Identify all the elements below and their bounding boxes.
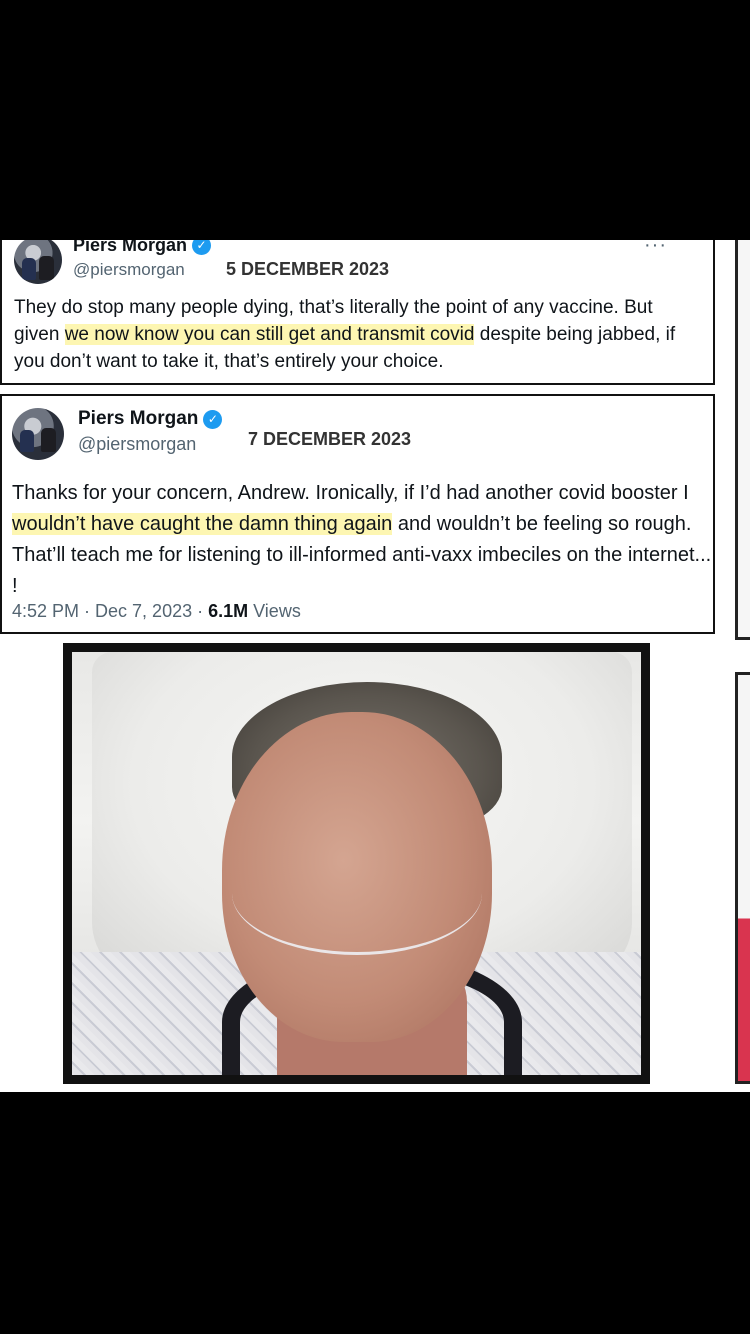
tweet-timestamp[interactable]: 4:52 PM · Dec 7, 2023 · [12,601,208,621]
adjacent-panel-top [735,240,750,640]
screenshot-panel: Piers Morgan ✓ @piersmorgan 5 DECEMBER 2… [0,240,750,1092]
highlighted-text: we now know you can still get and transm… [64,324,475,345]
tweet-card-2[interactable]: Piers Morgan ✓ @piersmorgan 7 DECEMBER 2… [0,394,715,634]
adjacent-panel-bottom [735,672,750,1084]
views-count: 6.1M [208,601,249,621]
hospital-bed-photo [72,652,641,1075]
views-label: Views [248,601,301,621]
author-name[interactable]: Piers Morgan ✓ [78,408,223,430]
tweet-meta: 4:52 PM · Dec 7, 2023 · 6.1M Views [12,601,301,622]
author-handle[interactable]: @piersmorgan [78,434,196,455]
tweet-date-label: 7 DECEMBER 2023 [248,429,412,449]
verified-badge-icon: ✓ [192,240,212,255]
verified-badge-icon: ✓ [203,409,223,429]
avatar[interactable] [12,408,64,460]
author-handle[interactable]: @piersmorgan [73,260,185,280]
tweet-card-1[interactable]: Piers Morgan ✓ @piersmorgan 5 DECEMBER 2… [0,240,715,385]
author-name[interactable]: Piers Morgan ✓ [73,240,212,256]
tweet-text: They do stop many people dying, that’s l… [14,297,676,372]
photo-frame [63,643,650,1084]
nasal-cannula [232,832,482,955]
avatar[interactable] [14,240,62,284]
tweet-text: Thanks for your concern, Andrew. Ironica… [12,482,712,597]
tweet-date-label: 5 DECEMBER 2023 [226,259,390,279]
highlighted-text: wouldn’t have caught the damn thing agai… [12,513,393,535]
more-options-icon[interactable]: ··· [644,240,667,257]
